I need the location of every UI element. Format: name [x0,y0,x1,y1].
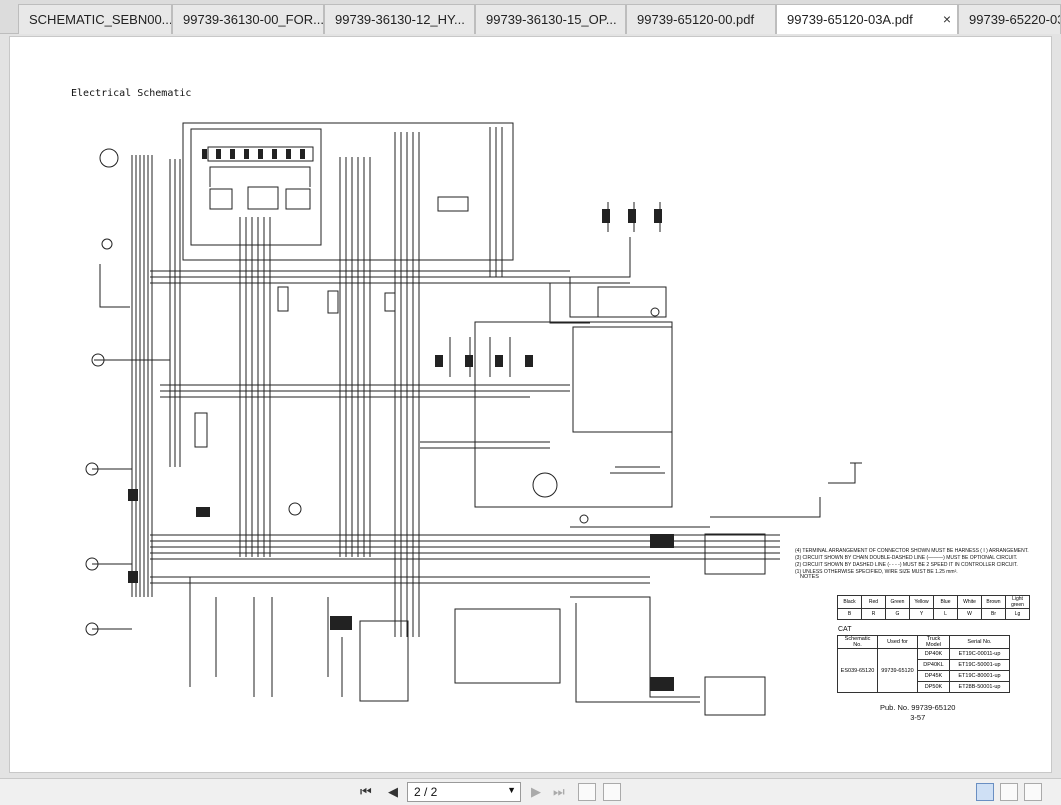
color-code: Br [981,608,1006,620]
used-for: 99739-65120 [877,648,918,693]
tab-99739-65120-00[interactable]: 99739-65120-00.pdf [626,4,776,34]
color-name: Black [837,595,862,609]
page-reference: 3-57 [910,713,926,722]
table-header: Serial No. [949,635,1010,649]
navigation-toolbar: ⏮ ◀ 2 / 2 ▼ ▶ ⏭ [0,778,1061,805]
serial-number: ET19C-50001-up [949,659,1010,671]
schematic-notes: (4) TERMINAL ARRANGEMENT OF CONNECTOR SH… [795,548,1029,576]
color-code: B [837,608,862,620]
next-page-icon[interactable]: ▶ [531,784,541,800]
color-name: Blue [933,595,958,609]
color-name: White [957,595,982,609]
color-name: Light green [1005,595,1030,609]
glow-controller-frame [572,326,673,433]
page-selector[interactable]: 2 / 2 ▼ [407,782,521,802]
brand-label: CAT [838,626,852,633]
single-page-view-icon[interactable] [976,783,994,801]
fuel-gauge [209,188,233,210]
wire-color-table: Black Red Green Yellow Blue White Brown … [837,595,1030,620]
console-relay [437,196,469,212]
hour-meter [247,186,279,210]
color-name: Red [861,595,886,609]
previous-page-icon[interactable]: ◀ [388,784,398,800]
tab-label: SCHEMATIC_SEBN00... [29,12,172,27]
note-2: (2) CIRCUIT SHOWN BY DASHED LINE (- - - … [795,562,1018,568]
document-viewer[interactable]: Electrical Schematic (4) TERMINAL ARRANG… [0,34,1061,778]
tab-99739-65120-03a[interactable]: 99739-65120-03A.pdf × [776,4,958,35]
truck-model: DP45K [917,670,950,682]
connector-cn1 [277,286,289,312]
tab-label: 99739-65120-00.pdf [637,12,755,27]
color-code: L [933,608,958,620]
speed-sensor [99,148,119,168]
stop-lamp [288,502,302,516]
color-code: Lg [1005,608,1030,620]
color-name: Yellow [909,595,934,609]
first-page-icon[interactable]: ⏮ [360,784,372,800]
rear-combination-lamp-right [704,533,766,575]
ground-point [579,514,589,524]
serial-number: ET19C-00011-up [949,648,1010,660]
alternator [532,472,558,498]
publication-info: Pub. No. 99739-65120 3-57 [880,703,955,723]
pump-controller-frame [454,608,561,684]
color-name: Green [885,595,910,609]
notes-label: NOTES [800,574,819,580]
tab-99739-65220-03[interactable]: 99739-65220-03 [958,4,1061,34]
rear-combination-lamp-left [704,676,766,716]
color-name: Brown [981,595,1006,609]
table-header: Truck Model [917,635,950,649]
color-code: G [885,608,910,620]
oil-pressure-switch [194,412,208,448]
tab-label: 99739-36130-12_HY... [335,12,465,27]
pdf-page: Electrical Schematic (4) TERMINAL ARRANG… [9,36,1052,773]
close-icon[interactable]: × [943,11,951,27]
color-code: W [957,608,982,620]
table-row: ES039-65120 99739-65120 DP40K ET19C-0001… [837,648,1010,693]
tab-99739-36130-12[interactable]: 99739-36130-12_HY... [324,4,475,34]
truck-model: DP50K [917,681,950,693]
connector-cn2 [327,290,339,314]
table-header: Used for [877,635,918,649]
go-back-view-icon[interactable] [578,783,596,801]
schematic-number: ES039-65120 [837,648,878,693]
pub-number: Pub. No. 99739-65120 [880,703,956,712]
tab-schematic-sebn[interactable]: SCHEMATIC_SEBN00... [18,4,172,34]
tab-bar: SCHEMATIC_SEBN00... 99739-36130-00_FOR..… [0,0,1061,35]
note-4: (4) TERMINAL ARRANGEMENT OF CONNECTOR SH… [795,548,1029,554]
tab-99739-36130-00[interactable]: 99739-36130-00_FOR... [172,4,324,34]
serial-number: ET28B-50001-up [949,681,1010,693]
model-table: Schematic No. Used for Truck Model Seria… [837,635,1010,693]
last-page-icon[interactable]: ⏭ [553,784,565,800]
facing-view-icon[interactable] [1024,783,1042,801]
starter [650,307,660,317]
battery-pair-frame [597,286,667,318]
tab-label: 99739-65120-03A.pdf [787,12,913,27]
tab-label: 99739-36130-15_OP... [486,12,617,27]
go-forward-view-icon[interactable] [603,783,621,801]
color-code: Y [909,608,934,620]
truck-model: DP40KL [917,659,950,671]
color-code: R [861,608,886,620]
serial-number: ET19C-80001-up [949,670,1010,682]
table-header: Schematic No. [837,635,878,649]
key-switch [101,238,113,250]
connector-cn3 [384,292,396,312]
page-number: 2 / 2 [414,785,438,799]
chevron-down-icon: ▼ [507,785,516,795]
continuous-view-icon[interactable] [1000,783,1018,801]
tab-label: 99739-65220-03 [969,12,1061,27]
tab-label: 99739-36130-00_FOR... [183,12,324,27]
tab-99739-36130-15[interactable]: 99739-36130-15_OP... [475,4,626,34]
truck-model: DP40K [917,648,950,660]
temp-gauge [285,188,311,210]
note-1: (1) UNLESS OTHERWISE SPECIFIED, WIRE SIZ… [795,569,958,575]
note-3: (3) CIRCUIT SHOWN BY CHAIN DOUBLE-DASHED… [795,555,1018,561]
